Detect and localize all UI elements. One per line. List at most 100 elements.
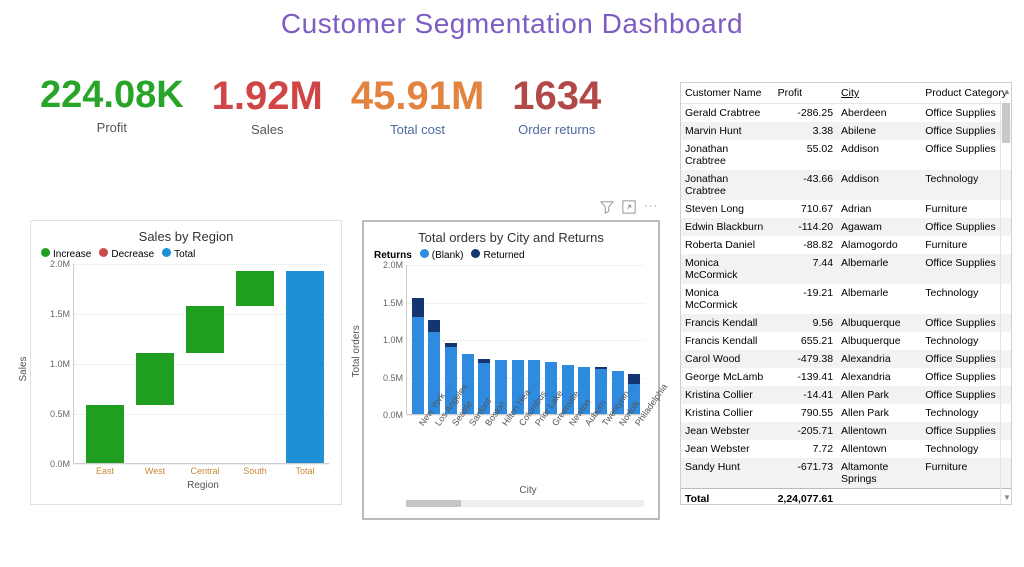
kpi-totalcost[interactable]: 45.91M Total cost: [351, 76, 484, 137]
cell-profit: -43.66: [774, 170, 837, 200]
legend-item[interactable]: Decrease: [99, 248, 154, 260]
cell-name: Kristina Collier: [681, 404, 774, 422]
table-row[interactable]: Gerald Crabtree-286.25AberdeenOffice Sup…: [681, 104, 1011, 123]
column-header[interactable]: Product Category: [921, 83, 1011, 104]
cell-category: Office Supplies: [921, 368, 1011, 386]
kpi-returns-label: Order returns: [518, 122, 595, 137]
bar-east[interactable]: [86, 405, 124, 463]
bar-south[interactable]: [236, 271, 274, 306]
cell-name: Jean Webster: [681, 440, 774, 458]
scroll-down-icon[interactable]: ▼: [1003, 493, 1011, 502]
visual-toolbar: ···: [600, 200, 658, 217]
cell-city: Albemarle: [837, 284, 921, 314]
bar-returned[interactable]: [445, 343, 457, 347]
cell-profit: -19.21: [774, 284, 837, 314]
focus-mode-icon[interactable]: [622, 200, 636, 217]
cell-name: Monica McCormick: [681, 284, 774, 314]
cell-name: Jonathan Crabtree: [681, 140, 774, 170]
cell-city: Allen Park: [837, 386, 921, 404]
column-header[interactable]: Profit: [774, 83, 837, 104]
cell-category: Furniture: [921, 200, 1011, 218]
cell-category: Furniture: [921, 236, 1011, 254]
cell-name: Edwin Blackburn: [681, 218, 774, 236]
cell-name: George McLamb: [681, 368, 774, 386]
chart-title: Sales by Region: [39, 229, 333, 244]
vertical-scrollbar[interactable]: ▲ ▼: [1000, 101, 1011, 504]
kpi-profit-value: 224.08K: [40, 76, 184, 114]
cell-name: Gerald Crabtree: [681, 104, 774, 123]
x-tick: Central: [182, 466, 228, 476]
bar-returned[interactable]: [478, 359, 490, 364]
horizontal-scrollbar[interactable]: [406, 500, 644, 507]
cell-name: Roberta Daniel: [681, 236, 774, 254]
chart-orders-by-city[interactable]: ··· Total orders by City and Returns Ret…: [362, 220, 660, 520]
table-row[interactable]: Kristina Collier-14.41Allen ParkOffice S…: [681, 386, 1011, 404]
y-tick: 1.5M: [40, 309, 70, 319]
cell-category: Office Supplies: [921, 218, 1011, 236]
cell-category: Technology: [921, 284, 1011, 314]
kpi-profit-label: Profit: [97, 120, 127, 135]
cell-city: Addison: [837, 140, 921, 170]
table-row[interactable]: Francis Kendall9.56AlbuquerqueOffice Sup…: [681, 314, 1011, 332]
total-label: Total: [681, 489, 774, 506]
more-options-icon[interactable]: ···: [644, 200, 658, 217]
cell-profit: -14.41: [774, 386, 837, 404]
column-header[interactable]: City: [837, 83, 921, 104]
cell-profit: -114.20: [774, 218, 837, 236]
kpi-profit[interactable]: 224.08K Profit: [40, 76, 184, 135]
legend-item[interactable]: (Blank): [420, 249, 464, 261]
table-row[interactable]: Marvin Hunt3.38AbileneOffice Supplies: [681, 122, 1011, 140]
x-tick: West: [132, 466, 178, 476]
bar-total[interactable]: [286, 271, 324, 463]
cell-name: Francis Kendall: [681, 332, 774, 350]
cell-name: Jonathan Crabtree: [681, 170, 774, 200]
bar-returned[interactable]: [595, 367, 607, 369]
cell-profit: 710.67: [774, 200, 837, 218]
cell-profit: 9.56: [774, 314, 837, 332]
bar-returned[interactable]: [428, 320, 440, 331]
cell-category: Technology: [921, 404, 1011, 422]
customer-table[interactable]: Customer NameProfitCityProduct Category …: [680, 82, 1012, 505]
cell-category: Office Supplies: [921, 350, 1011, 368]
table-row[interactable]: Francis Kendall655.21AlbuquerqueTechnolo…: [681, 332, 1011, 350]
table-row[interactable]: Monica McCormick7.44AlbemarleOffice Supp…: [681, 254, 1011, 284]
kpi-returns[interactable]: 1634 Order returns: [512, 76, 601, 137]
bar-west[interactable]: [136, 353, 174, 405]
table-row[interactable]: Roberta Daniel-88.82AlamogordoFurniture: [681, 236, 1011, 254]
table-row[interactable]: Jonathan Crabtree-43.66AddisonTechnology: [681, 170, 1011, 200]
table-row[interactable]: Jean Webster-205.71AllentownOffice Suppl…: [681, 422, 1011, 440]
cell-name: Carol Wood: [681, 350, 774, 368]
legend-item[interactable]: Returned: [471, 249, 524, 261]
table-row[interactable]: Jonathan Crabtree55.02AddisonOffice Supp…: [681, 140, 1011, 170]
kpi-returns-value: 1634: [512, 76, 601, 116]
cell-profit: 7.44: [774, 254, 837, 284]
bar-central[interactable]: [186, 306, 224, 353]
cell-city: Allen Park: [837, 404, 921, 422]
scroll-up-icon[interactable]: ▲: [1003, 87, 1011, 96]
cell-city: Adrian: [837, 200, 921, 218]
y-tick: 1.0M: [40, 359, 70, 369]
cell-city: Alamogordo: [837, 236, 921, 254]
kpi-sales-value: 1.92M: [212, 76, 323, 116]
table-row[interactable]: Steven Long710.67AdrianFurniture: [681, 200, 1011, 218]
table-row[interactable]: Kristina Collier790.55Allen ParkTechnolo…: [681, 404, 1011, 422]
table-row[interactable]: Sandy Hunt-671.73Altamonte SpringsFurnit…: [681, 458, 1011, 489]
table-row[interactable]: Edwin Blackburn-114.20AgawamOffice Suppl…: [681, 218, 1011, 236]
bar-blank[interactable]: [412, 317, 424, 415]
x-axis-label: Region: [73, 480, 333, 491]
table-row[interactable]: Monica McCormick-19.21AlbemarleTechnolog…: [681, 284, 1011, 314]
legend-item[interactable]: Total: [162, 248, 195, 260]
cell-category: Office Supplies: [921, 122, 1011, 140]
filter-icon[interactable]: [600, 200, 614, 217]
y-tick: 1.0M: [373, 335, 403, 345]
kpi-sales[interactable]: 1.92M Sales: [212, 76, 323, 137]
table-row[interactable]: George McLamb-139.41AlexandriaOffice Sup…: [681, 368, 1011, 386]
chart-sales-by-region[interactable]: Sales by Region IncreaseDecreaseTotal Sa…: [30, 220, 342, 505]
cell-profit: -88.82: [774, 236, 837, 254]
cell-profit: 790.55: [774, 404, 837, 422]
column-header[interactable]: Customer Name: [681, 83, 774, 104]
table-row[interactable]: Jean Webster7.72AllentownTechnology: [681, 440, 1011, 458]
table-row[interactable]: Carol Wood-479.38AlexandriaOffice Suppli…: [681, 350, 1011, 368]
scroll-thumb[interactable]: [1002, 103, 1010, 143]
bar-returned[interactable]: [412, 298, 424, 317]
